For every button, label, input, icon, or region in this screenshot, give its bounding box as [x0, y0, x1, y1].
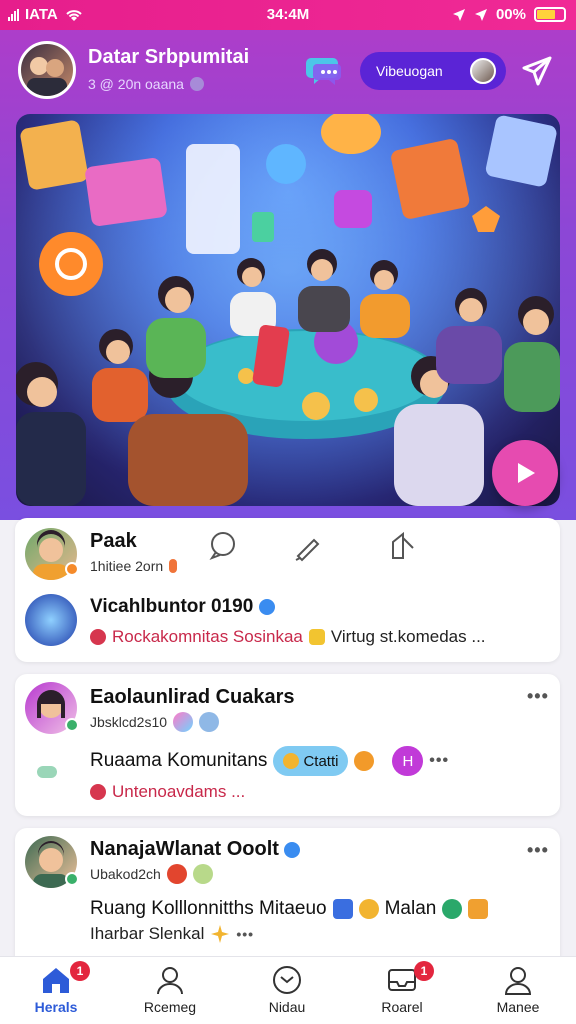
- post-author[interactable]: NanajaWlanat Ooolt: [90, 838, 279, 860]
- verified-icon: [284, 841, 301, 858]
- group-subtitle-text: 3 @ 20n oaana: [88, 76, 184, 92]
- tab-inbox[interactable]: 1 Roarel: [352, 961, 452, 1015]
- post-title-suffix: Malan: [384, 898, 437, 919]
- info-icon: [189, 77, 204, 91]
- notification-badge: 1: [70, 961, 90, 981]
- join-pill-button[interactable]: Vibeuogan: [360, 52, 506, 90]
- post-card[interactable]: NanajaWlanat Ooolt Ubakod2ch ••• Ruang K…: [15, 828, 560, 968]
- post-highlight[interactable]: Untenoavdams ...: [112, 782, 245, 802]
- status-dot: [65, 562, 79, 576]
- post-meta: Jbsklcd2s10: [90, 712, 220, 732]
- post-author[interactable]: Eaolaunlirad Cuakars: [90, 686, 295, 709]
- group-title: Datar Srbpumitai: [88, 46, 250, 68]
- post-card[interactable]: Eaolaunlirad Cuakars Jbsklcd2s10 ••• Rua…: [15, 674, 560, 816]
- hero-illustration[interactable]: [16, 114, 560, 506]
- tab-home[interactable]: 1 Herals: [6, 961, 106, 1015]
- post-content-line: Untenoavdams ...: [90, 782, 245, 802]
- tab-account-label: Manee: [496, 999, 540, 1015]
- verified-icon: [259, 599, 276, 615]
- play-icon: [518, 463, 535, 483]
- post-time: Ubakod2ch: [90, 866, 161, 882]
- send-icon[interactable]: [520, 54, 554, 88]
- clock-icon: [273, 966, 301, 994]
- play-button[interactable]: [492, 440, 558, 506]
- tab-activity[interactable]: Nidau: [237, 965, 337, 1015]
- more-icon[interactable]: •••: [236, 926, 254, 942]
- location-icon: [452, 8, 465, 21]
- emoji-icon: [354, 751, 375, 771]
- online-indicator: [65, 872, 79, 886]
- orientation-lock-icon: [474, 8, 487, 21]
- group-avatar[interactable]: [18, 41, 76, 99]
- smile-icon: [358, 899, 379, 919]
- tab-inbox-label: Roarel: [381, 999, 423, 1015]
- film-icon: [468, 899, 489, 919]
- post-content-line: Iharbar Slenkal •••: [90, 924, 254, 944]
- reaction-chip[interactable]: H: [392, 746, 424, 776]
- tab-activity-label: Nidau: [268, 999, 306, 1015]
- post-highlight[interactable]: Rockakomnitas Sosinkaa: [112, 627, 303, 647]
- join-pill-label: Vibeuogan: [376, 63, 443, 79]
- post-preview: Iharbar Slenkal: [90, 924, 205, 943]
- post-title-line: Ruang Kolllonnitths Mitaeuo Malan: [90, 898, 489, 920]
- account-icon: [504, 967, 532, 995]
- app-header: Datar Srbpumitai 3 @ 20n oaana Vibeuogan: [0, 30, 576, 112]
- reaction-icon: [192, 864, 213, 884]
- tag-chip[interactable]: Ctatti: [273, 746, 349, 776]
- group-name[interactable]: Vicahlbuntor 0190: [90, 596, 253, 618]
- more-options-icon[interactable]: •••: [527, 840, 549, 861]
- smile-icon: [283, 753, 300, 769]
- pill-avatar: [470, 58, 496, 84]
- reaction-icon: [199, 712, 220, 732]
- comment-icon[interactable]: [205, 528, 241, 564]
- battery-icon: [534, 7, 566, 22]
- group-avatar[interactable]: [25, 594, 77, 646]
- home-icon: [43, 968, 69, 993]
- tag-chip-label: Ctatti: [303, 752, 339, 770]
- post-content-line: Rockakomnitas Sosinkaa Virtug st.komedas…: [90, 627, 486, 647]
- reaction-icon: [166, 864, 187, 884]
- image-icon: [332, 899, 353, 919]
- post-time: 1hitiee 2orn: [90, 558, 164, 574]
- post-preview: Virtug st.komedas ...: [330, 627, 486, 646]
- tab-profile-label: Rcemeg: [143, 999, 197, 1015]
- more-options-icon[interactable]: •••: [527, 686, 549, 707]
- globe-icon: [442, 899, 463, 919]
- post-title[interactable]: Ruaama Komunitans: [90, 750, 267, 772]
- battery-percent: 00%: [495, 6, 526, 23]
- more-icon[interactable]: •••: [429, 752, 449, 770]
- leaf-icon: [37, 766, 57, 778]
- post-meta: 1hitiee 2orn: [90, 558, 178, 574]
- reaction-chip-label: H: [402, 752, 414, 770]
- post-author[interactable]: Paak: [90, 530, 137, 553]
- post-group-line: Vicahlbuntor 0190: [90, 596, 276, 618]
- post-meta: Ubakod2ch: [90, 864, 213, 884]
- heart-icon: [90, 784, 106, 800]
- post-title[interactable]: Ruang Kolllonnitths Mitaeuo: [90, 898, 327, 920]
- chat-bubbles-icon[interactable]: [305, 50, 345, 90]
- heart-icon: [90, 629, 106, 645]
- live-badge: [169, 559, 178, 573]
- post-card[interactable]: Paak 1hitiee 2orn Vicahlbuntor 0190 Rock…: [15, 518, 560, 662]
- notification-badge: 1: [414, 961, 434, 981]
- tag-icon: [308, 629, 325, 645]
- post-time: Jbsklcd2s10: [90, 714, 168, 730]
- post-title-line: Ruaama Komunitans Ctatti H •••: [90, 746, 449, 776]
- reaction-icon: [173, 712, 194, 732]
- edit-icon[interactable]: [290, 528, 326, 564]
- tab-home-label: Herals: [34, 999, 78, 1015]
- online-indicator: [65, 718, 79, 732]
- status-right: 00%: [452, 6, 566, 23]
- post-author-line: NanajaWlanat Ooolt: [90, 838, 301, 861]
- status-bar: IATA 34:4M 00%: [0, 0, 576, 30]
- sparkle-icon: [211, 925, 230, 943]
- group-subtitle: 3 @ 20n oaana: [88, 76, 204, 92]
- user-icon: [157, 967, 183, 995]
- community-illustration: [16, 114, 560, 506]
- tab-profile[interactable]: Rcemeg: [120, 965, 220, 1015]
- tab-account[interactable]: Manee: [468, 965, 568, 1015]
- bottom-tab-bar: 1 Herals Rcemeg Nidau 1 Roarel Manee: [0, 956, 576, 1024]
- share-icon[interactable]: [385, 528, 421, 564]
